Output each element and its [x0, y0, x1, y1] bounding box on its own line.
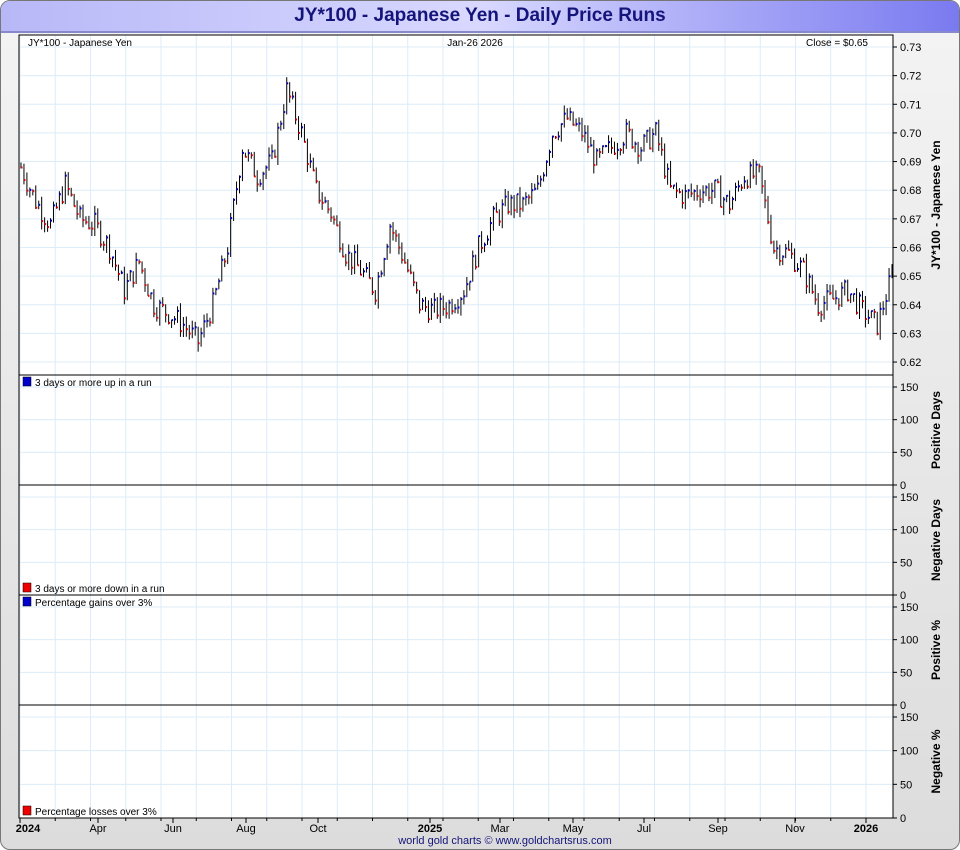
chart-area: 0.73 0.72 0.71 0.70 0.69 0.68 0.67 0.66 0.65 0.64…	[16, 34, 943, 847]
y-axis-label: Positive %	[929, 620, 943, 680]
y-tick-label: 150	[900, 602, 918, 614]
y-tick-label: 100	[900, 635, 918, 647]
chart-header-date: Jan-26 2026	[447, 38, 503, 49]
x-tick-label: Apr	[89, 823, 106, 835]
x-tick-label: 2024	[16, 823, 41, 835]
y-tick-label: 0.71	[900, 99, 921, 111]
y-tick-label: 0.72	[900, 71, 921, 83]
y-tick-label: 150	[900, 712, 918, 724]
x-tick-label: Jun	[164, 823, 182, 835]
legend-swatch	[22, 376, 32, 387]
y-tick-label: 100	[900, 415, 918, 427]
y-tick-label: 0	[900, 590, 906, 602]
y-axis-label: Negative %	[929, 729, 943, 793]
y-tick-label: 0.68	[900, 185, 921, 197]
plot-background	[18, 34, 894, 819]
legend-label: Percentage gains over 3%	[35, 598, 152, 609]
y-tick-label: 100	[900, 746, 918, 758]
footer-credit: world gold charts © www.goldchartsrus.co…	[397, 835, 612, 847]
legend-label: 3 days or more down in a run	[35, 584, 165, 595]
y-tick-label: 0.66	[900, 242, 921, 254]
y-tick-label: 50	[900, 667, 912, 679]
x-tick-label: Nov	[785, 823, 805, 835]
y-axis-label: Negative Days	[929, 499, 943, 581]
y-tick-label: 0.62	[900, 357, 921, 369]
x-tick-label: Jul	[637, 823, 651, 835]
x-tick-label: Aug	[236, 823, 256, 835]
y-tick-label: 0	[900, 700, 906, 712]
legend-label: Percentage losses over 3%	[35, 807, 157, 818]
y-tick-label: 0.67	[900, 214, 921, 226]
x-tick-label: Mar	[491, 823, 510, 835]
y-tick-label: 0.73	[900, 42, 921, 54]
chart-header-close: Close = $0.65	[806, 38, 868, 49]
x-tick-label: 2025	[418, 823, 442, 835]
legend-swatch	[22, 596, 32, 607]
y-tick-label: 50	[900, 447, 912, 459]
y-tick-label: 150	[900, 492, 918, 504]
y-tick-label: 50	[900, 779, 912, 791]
x-tick-label: 2026	[854, 823, 878, 835]
y-tick-label: 150	[900, 382, 918, 394]
y-tick-label: 0.63	[900, 328, 921, 340]
legend-label: 3 days or more up in a run	[35, 378, 152, 389]
y-axis-label: Positive Days	[929, 391, 943, 469]
y-tick-label: 0.69	[900, 157, 921, 169]
y-tick-label: 100	[900, 525, 918, 537]
legend-swatch	[22, 805, 32, 816]
y-tick-label: 0.70	[900, 128, 921, 140]
y-tick-label: 0	[900, 813, 906, 825]
y-tick-label: 50	[900, 557, 912, 569]
y-axis-label: JY*100 - Japanese Yen	[929, 140, 943, 269]
y-tick-label: 0	[900, 480, 906, 492]
chart-header-left: JY*100 - Japanese Yen	[28, 38, 132, 49]
legend-swatch	[22, 582, 32, 593]
y-tick-label: 0.65	[900, 271, 921, 283]
x-tick-label: Sep	[708, 823, 728, 835]
y-tick-label: 0.64	[900, 300, 921, 312]
x-tick-label: May	[563, 823, 584, 835]
x-tick-label: Oct	[309, 823, 326, 835]
